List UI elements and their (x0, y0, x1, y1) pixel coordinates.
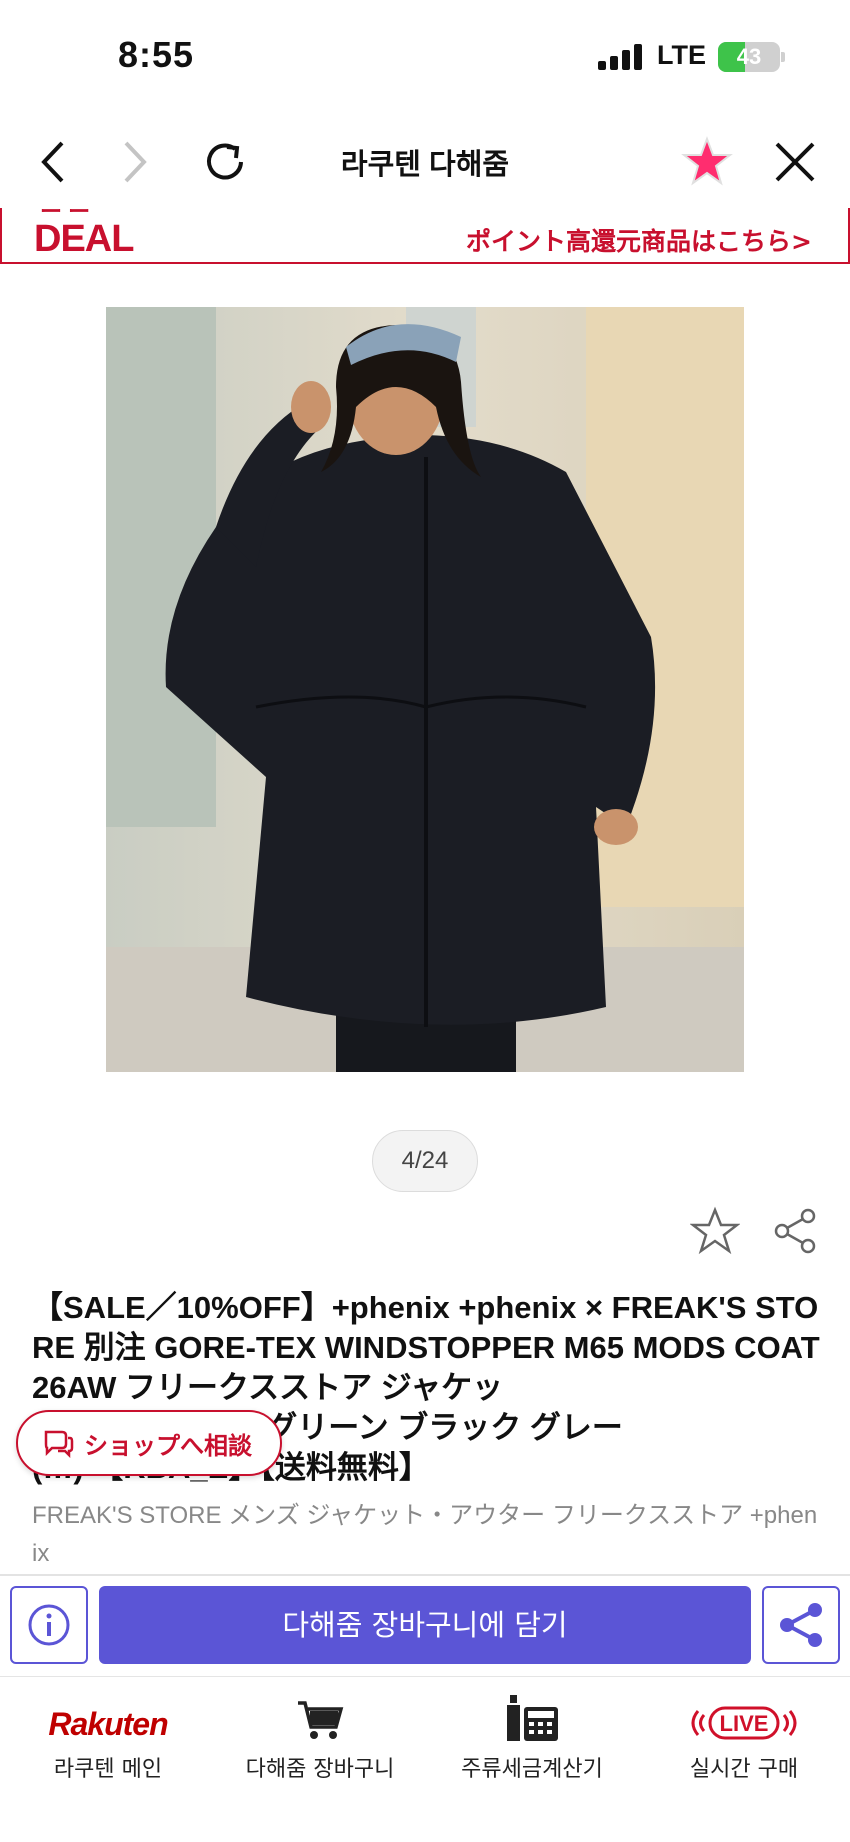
reload-icon (207, 143, 243, 180)
shop-consult-button[interactable]: ショップへ相談 (16, 1410, 282, 1476)
share-icon (780, 1603, 822, 1647)
back-button[interactable] (18, 127, 88, 197)
liquor-calculator-icon (426, 1691, 638, 1743)
favorite-button[interactable] (689, 1206, 741, 1256)
product-meta: FREAK'S STORE メンズ ジャケット・アウター フリークスストア +p… (32, 1502, 818, 1567)
gallery-page-indicator: 4/24 (372, 1130, 478, 1192)
signal-icon (598, 44, 644, 70)
live-icon: LIVE (638, 1691, 850, 1743)
status-bar: 8:55 LTE 43 (0, 0, 850, 115)
add-to-cart-button[interactable]: 다해줌 장바구니에 담기 (99, 1586, 751, 1664)
forward-button[interactable] (100, 127, 170, 197)
live-badge: LIVE (720, 1711, 769, 1736)
tab-label: 라쿠텐 메인 (53, 1757, 163, 1782)
chevron-right-icon (124, 141, 147, 183)
tab-rakuten-main[interactable]: Rakuten 라쿠텐 메인 (2, 1691, 214, 1791)
battery-icon: 43 (718, 42, 780, 72)
share-icon-button[interactable] (770, 1206, 820, 1256)
network-label: LTE (657, 40, 706, 70)
share-icon (774, 1208, 816, 1254)
deal-banner[interactable]: ー ー DEAL ポイント高還元商品はこちら> (0, 208, 850, 264)
shop-consult-label: ショップへ相談 (84, 1431, 252, 1460)
page-title: 라쿠텐 다해줌 (340, 149, 510, 181)
tab-label: 주류세금계산기 (461, 1757, 603, 1782)
cart-icon (214, 1691, 426, 1743)
deal-label: DEAL (34, 218, 134, 260)
tab-cart[interactable]: 다해줌 장바구니 (214, 1691, 426, 1791)
chevron-left-icon (41, 141, 64, 183)
star-outline-icon (689, 1206, 741, 1255)
battery-level: 43 (736, 44, 762, 69)
deal-link[interactable]: ポイント高還元商品はこちら> (466, 222, 812, 258)
status-time: 8:55 (118, 34, 195, 75)
close-icon (775, 142, 815, 182)
tab-live-shopping[interactable]: LIVE 실시간 구매 (638, 1691, 850, 1791)
tab-label: 실시간 구매 (689, 1757, 799, 1782)
product-photo (106, 307, 744, 1072)
battery-nub (781, 52, 785, 62)
tab-label: 다해줌 장바구니 (245, 1757, 395, 1782)
favorite-nav-button[interactable] (672, 127, 742, 197)
star-filled-icon (681, 136, 733, 186)
close-button[interactable] (760, 127, 830, 197)
product-title-main: 【SALE／10%OFF】+phenix +phenix × FREAK'S S… (32, 1290, 820, 1405)
tab-liquor-calculator[interactable]: 주류세금계산기 (426, 1691, 638, 1791)
rakuten-logo: Rakuten (2, 1691, 214, 1743)
share-button[interactable] (762, 1586, 840, 1664)
rakuten-logo-text: Rakuten (48, 1706, 168, 1742)
info-icon (28, 1604, 70, 1646)
info-button[interactable] (10, 1586, 88, 1664)
bottom-tab-bar: Rakuten 라쿠텐 메인 다해줌 장바구니 주류세금계산기 LIVE 실시간… (0, 1677, 850, 1842)
browser-nav-bar: 라쿠텐 다해줌 (0, 115, 850, 211)
chat-icon (44, 1430, 74, 1458)
divider (0, 1574, 850, 1576)
product-image[interactable] (106, 307, 744, 1072)
